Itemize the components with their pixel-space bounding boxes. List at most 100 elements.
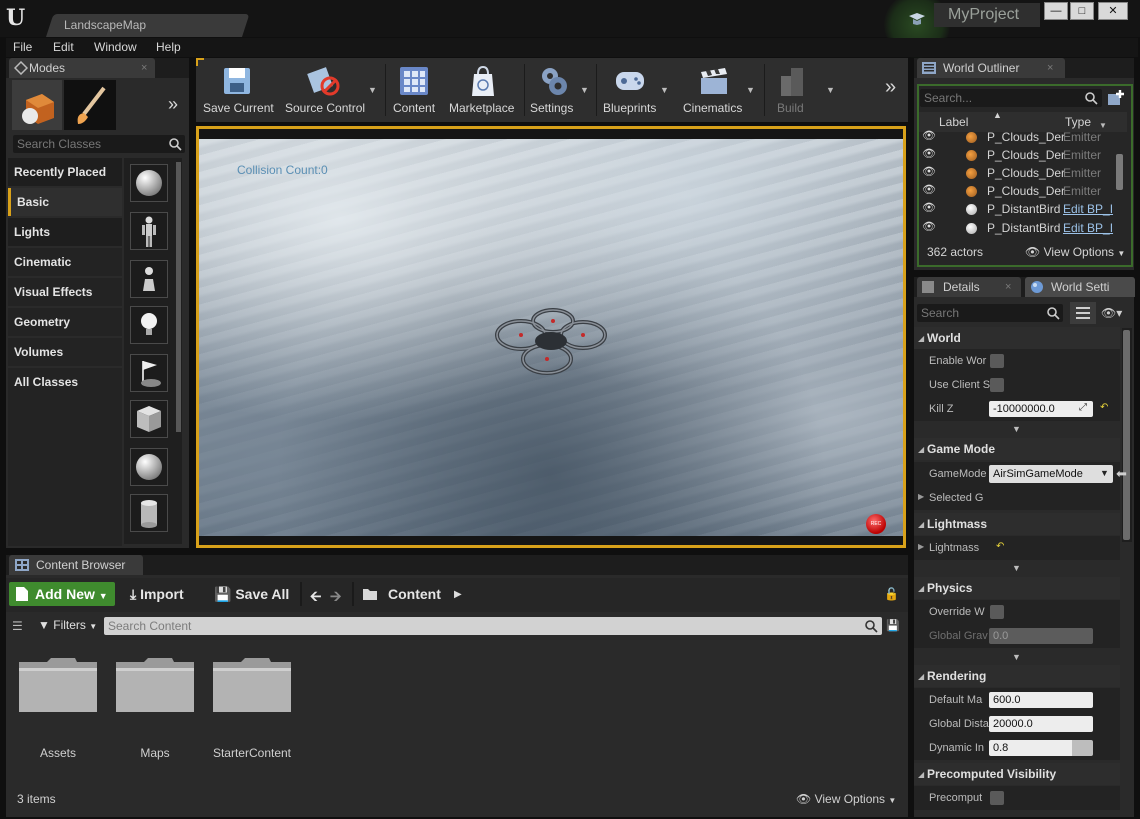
type-dropdown-icon[interactable]: ▼ bbox=[1099, 121, 1107, 130]
outliner-row-label[interactable]: P_Clouds_Der bbox=[987, 166, 1065, 184]
edit-blueprint-link[interactable]: Edit BP_I bbox=[1063, 221, 1115, 239]
precompute-visibility-checkbox[interactable] bbox=[990, 791, 1004, 805]
point-light-thumbnail[interactable] bbox=[130, 306, 168, 344]
drag-handle-icon[interactable]: ⤢ bbox=[1079, 402, 1087, 413]
blueprints-button[interactable]: Blueprints bbox=[603, 101, 656, 115]
search-content-input[interactable]: Search Content bbox=[104, 617, 882, 635]
category-lights[interactable]: Lights bbox=[8, 218, 122, 246]
save-all-button[interactable]: 💾 Save All bbox=[214, 586, 289, 603]
close-icon[interactable]: × bbox=[1005, 277, 1011, 297]
build-button[interactable]: Build bbox=[777, 101, 804, 115]
category-visual-effects[interactable]: Visual Effects bbox=[8, 278, 122, 306]
path-chevron-icon[interactable]: ▶ bbox=[454, 589, 462, 600]
rendering-section-header[interactable]: Rendering bbox=[914, 665, 1120, 687]
import-button[interactable]: ⤓ Import bbox=[130, 586, 184, 603]
outliner-row-label[interactable]: P_DistantBird bbox=[987, 221, 1065, 239]
minimize-button[interactable]: — bbox=[1044, 2, 1068, 20]
category-geometry[interactable]: Geometry bbox=[8, 308, 122, 336]
dynamic-indirect-slider[interactable]: 0.8 bbox=[989, 740, 1093, 756]
advanced-expand-icon[interactable]: ▼ bbox=[1012, 424, 1022, 434]
category-cinematic[interactable]: Cinematic bbox=[8, 248, 122, 276]
use-client-checkbox[interactable] bbox=[990, 378, 1004, 392]
build-dropdown-icon[interactable]: ▼ bbox=[826, 85, 835, 95]
asset-list-scrollbar[interactable] bbox=[176, 162, 181, 432]
default-max-distance-field[interactable]: 600.0 bbox=[989, 692, 1093, 708]
precomputed-visibility-section-header[interactable]: Precomputed Visibility bbox=[914, 763, 1120, 785]
global-gravity-field[interactable]: 0.0 bbox=[989, 628, 1093, 644]
cinematics-dropdown-icon[interactable]: ▼ bbox=[746, 85, 755, 95]
maximize-button[interactable]: □ bbox=[1070, 2, 1094, 20]
settings-dropdown-icon[interactable]: ▼ bbox=[580, 85, 589, 95]
visibility-eye-icon[interactable]: 👁 bbox=[922, 147, 936, 160]
menu-help[interactable]: Help bbox=[156, 40, 181, 54]
close-button[interactable]: ✕ bbox=[1098, 2, 1128, 20]
advanced-expand-icon[interactable]: ▼ bbox=[1012, 563, 1022, 573]
lock-icon[interactable]: 🔓 bbox=[884, 587, 899, 601]
outliner-scrollbar[interactable] bbox=[1116, 154, 1123, 190]
quadcopter-drone[interactable] bbox=[491, 305, 615, 379]
lightmass-section-header[interactable]: Lightmass bbox=[914, 513, 1120, 535]
reset-arrow-icon[interactable]: ↶ bbox=[1100, 402, 1108, 413]
type-column-header[interactable]: Type bbox=[1065, 115, 1091, 129]
more-modes-icon[interactable]: » bbox=[168, 94, 178, 115]
outliner-view-options[interactable]: 👁 View Options ▼ bbox=[1025, 245, 1125, 259]
forward-arrow-icon[interactable]: 🡪 bbox=[330, 586, 341, 610]
use-selected-arrow-icon[interactable]: ⬅ bbox=[1116, 466, 1127, 482]
visibility-options-icon[interactable]: 👁▾ bbox=[1101, 306, 1122, 320]
content-button[interactable]: Content bbox=[393, 101, 435, 115]
property-matrix-button[interactable] bbox=[1070, 302, 1096, 324]
add-actor-icon[interactable] bbox=[1106, 89, 1126, 107]
global-distance-field[interactable]: 20000.0 bbox=[989, 716, 1093, 732]
category-basic[interactable]: Basic bbox=[8, 188, 122, 216]
expand-arrow-icon[interactable]: ▶ bbox=[918, 542, 924, 551]
cube-thumbnail[interactable] bbox=[130, 400, 168, 438]
sources-toggle-icon[interactable]: ☰ bbox=[12, 619, 23, 633]
outliner-search-input[interactable]: Search... bbox=[920, 89, 1102, 107]
visibility-eye-icon[interactable]: 👁 bbox=[922, 129, 936, 142]
override-world-gravity-checkbox[interactable] bbox=[990, 605, 1004, 619]
close-icon[interactable]: × bbox=[141, 58, 147, 78]
source-control-dropdown-icon[interactable]: ▼ bbox=[368, 85, 377, 95]
blueprints-dropdown-icon[interactable]: ▼ bbox=[660, 85, 669, 95]
expand-arrow-icon[interactable]: ▶ bbox=[918, 492, 924, 501]
more-tools-icon[interactable]: » bbox=[885, 76, 896, 99]
category-volumes[interactable]: Volumes bbox=[8, 338, 122, 366]
settings-button[interactable]: Settings bbox=[530, 101, 573, 115]
folder-item[interactable] bbox=[17, 658, 99, 714]
paint-mode-button[interactable] bbox=[64, 80, 116, 130]
search-classes-input[interactable]: Search Classes bbox=[13, 135, 185, 153]
menu-file[interactable]: File bbox=[13, 40, 32, 54]
place-mode-button[interactable] bbox=[12, 80, 62, 130]
player-start-thumbnail[interactable] bbox=[130, 354, 168, 392]
visibility-eye-icon[interactable]: 👁 bbox=[922, 165, 936, 178]
save-current-button[interactable]: Save Current bbox=[203, 101, 274, 115]
close-icon[interactable]: × bbox=[1047, 58, 1053, 78]
gamemode-dropdown[interactable]: AirSimGameMode bbox=[989, 465, 1113, 483]
back-arrow-icon[interactable]: 🡨 bbox=[310, 586, 321, 610]
outliner-row-label[interactable]: P_Clouds_Der bbox=[987, 148, 1065, 166]
details-search-input[interactable]: Search bbox=[917, 304, 1063, 322]
outliner-row-label[interactable]: P_Clouds_Der bbox=[987, 184, 1065, 202]
source-control-button[interactable]: Source Control bbox=[285, 101, 365, 115]
sphere-thumbnail[interactable] bbox=[130, 448, 168, 486]
category-all-classes[interactable]: All Classes bbox=[8, 368, 122, 396]
details-scrollbar[interactable] bbox=[1123, 330, 1130, 540]
menu-edit[interactable]: Edit bbox=[53, 40, 74, 54]
folder-item[interactable] bbox=[211, 658, 293, 714]
edit-blueprint-link[interactable]: Edit BP_I bbox=[1063, 202, 1115, 220]
outliner-row-label[interactable]: P_DistantBird bbox=[987, 202, 1065, 220]
category-recently-placed[interactable]: Recently Placed bbox=[8, 158, 122, 186]
menu-window[interactable]: Window bbox=[94, 40, 137, 54]
character-thumbnail[interactable] bbox=[130, 212, 168, 250]
modes-tab[interactable]: Modes × bbox=[9, 58, 155, 78]
physics-section-header[interactable]: Physics bbox=[914, 577, 1120, 599]
world-section-header[interactable]: World bbox=[914, 327, 1120, 349]
filters-button[interactable]: ▼ Filters ▼ bbox=[38, 618, 97, 632]
visibility-eye-icon[interactable]: 👁 bbox=[922, 183, 936, 196]
cinematics-button[interactable]: Cinematics bbox=[683, 101, 742, 115]
label-column-header[interactable]: Label bbox=[939, 115, 968, 129]
save-search-icon[interactable]: 💾 bbox=[886, 619, 900, 632]
marketplace-button[interactable]: Marketplace bbox=[449, 101, 514, 115]
level-viewport[interactable]: Collision Count:0 REC bbox=[199, 129, 903, 545]
game-mode-section-header[interactable]: Game Mode bbox=[914, 438, 1120, 460]
